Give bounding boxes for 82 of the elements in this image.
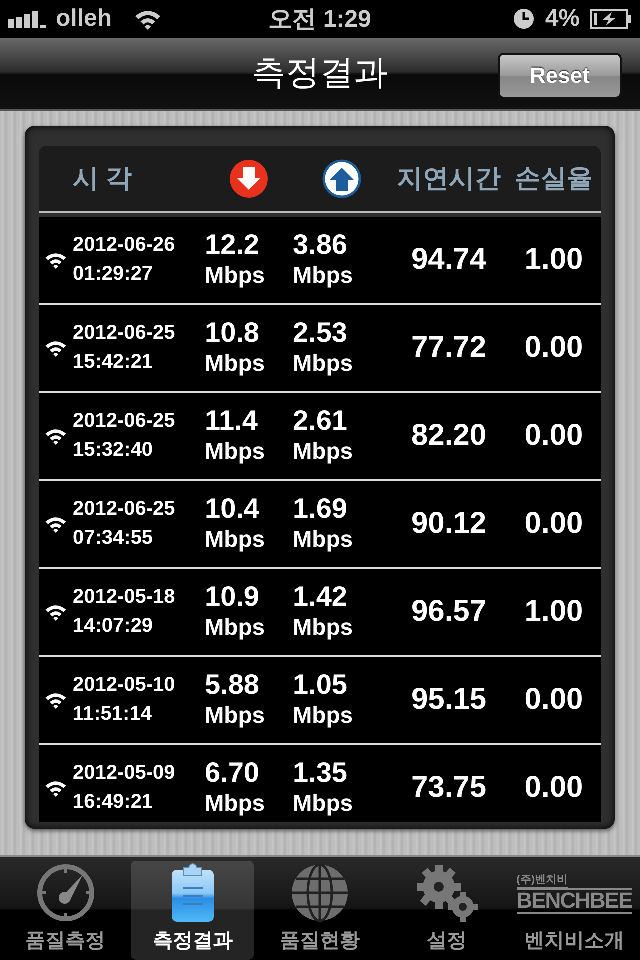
loss-rate: 0.00: [524, 683, 584, 717]
upload-speed: 1.05: [293, 669, 348, 700]
speed-unit: Mbps: [205, 261, 266, 290]
download-speed: 12.2: [205, 229, 260, 260]
tab-label: 설정: [427, 929, 468, 954]
speed-unit: Mbps: [205, 437, 266, 466]
speed-unit: Mbps: [293, 349, 354, 378]
loss-rate: 1.00: [524, 243, 584, 277]
upload-speed: 1.35: [293, 757, 348, 788]
carrier-name: olleh: [56, 4, 112, 33]
loss-rate: 1.00: [524, 595, 584, 629]
test-time: 16:49:21: [73, 790, 154, 815]
download-speed: 10.9: [205, 581, 260, 612]
latency-value: 77.72: [411, 331, 487, 365]
speed-unit: Mbps: [205, 789, 266, 818]
download-speed: 10.8: [205, 317, 260, 348]
latency-value: 95.15: [411, 683, 487, 717]
logo-text: BENCHBEE: [516, 888, 632, 914]
gears-icon: [415, 863, 480, 923]
loss-rate: 0.00: [524, 419, 584, 453]
speed-unit: Mbps: [293, 701, 354, 730]
upload-speed: 3.86: [293, 229, 348, 260]
globe-icon: [290, 863, 350, 923]
column-header: 시 각: [73, 162, 132, 195]
test-date: 2012-05-09: [73, 761, 176, 786]
test-time: 07:34:55: [73, 526, 154, 551]
clock-time: 오전 1:29: [268, 4, 372, 35]
gauge-icon: [36, 863, 96, 923]
test-date: 2012-06-26: [73, 233, 176, 258]
screen-title: 측정결과: [252, 53, 388, 94]
tab-item[interactable]: 설정: [386, 861, 509, 960]
latency-value: 96.57: [411, 595, 487, 629]
test-date: 2012-06-25: [73, 497, 176, 522]
upload-speed: 1.42: [293, 581, 348, 612]
column-header: 손실율: [515, 162, 593, 195]
download-speed: 5.88: [205, 669, 260, 700]
speed-unit: Mbps: [293, 525, 354, 554]
speed-unit: Mbps: [205, 525, 266, 554]
test-time: 01:29:27: [73, 262, 154, 287]
latency-value: 73.75: [411, 771, 487, 805]
loss-rate: 0.00: [524, 331, 584, 365]
download-speed: 11.4: [205, 405, 259, 436]
test-date: 2012-05-10: [73, 673, 176, 698]
column-header: 지연시간: [397, 162, 501, 195]
speed-unit: Mbps: [293, 437, 354, 466]
upload-speed: 2.61: [293, 405, 348, 436]
test-time: 14:07:29: [73, 614, 154, 639]
test-date: 2012-06-25: [73, 321, 176, 346]
speed-unit: Mbps: [205, 349, 266, 378]
test-date: 2012-05-18: [73, 585, 176, 610]
upload-speed: 1.69: [293, 493, 348, 524]
test-time: 15:32:40: [73, 438, 154, 463]
speed-unit: Mbps: [293, 261, 354, 290]
speed-unit: Mbps: [293, 613, 354, 642]
signal-icon: [8, 10, 46, 28]
speed-unit: Mbps: [205, 613, 266, 642]
test-time: 11:51:14: [73, 702, 153, 727]
alarm-icon: [513, 8, 536, 30]
download-speed: 10.4: [205, 493, 260, 524]
latency-value: 94.74: [411, 243, 487, 277]
upload-speed: 2.53: [293, 317, 348, 348]
tab-label: 벤치비소개: [524, 929, 624, 954]
latency-value: 82.20: [411, 419, 487, 453]
tab-label: 측정결과: [152, 929, 233, 954]
tab-item[interactable]: 품질현황: [258, 861, 382, 960]
test-date: 2012-06-25: [73, 409, 176, 434]
tab-item[interactable]: (주)벤치비 BENCHBEE 벤치비소개: [512, 861, 636, 960]
download-speed: 6.70: [205, 757, 260, 788]
test-time: 15:42:21: [73, 350, 154, 375]
tab-label: 품질측정: [26, 929, 106, 954]
battery-icon: [590, 8, 632, 30]
tab-label: 품질현황: [280, 929, 360, 954]
speed-unit: Mbps: [293, 789, 354, 818]
battery-percent: 4%: [545, 4, 580, 33]
loss-rate: 0.00: [524, 771, 584, 805]
logo-caption: (주)벤치비: [516, 872, 568, 888]
tab-item[interactable]: 품질측정: [4, 861, 128, 960]
latency-value: 90.12: [411, 507, 487, 541]
tab-item[interactable]: 측정결과: [131, 861, 254, 960]
loss-rate: 0.00: [524, 507, 584, 541]
clipboard-icon: [170, 862, 216, 924]
speed-unit: Mbps: [205, 701, 266, 730]
